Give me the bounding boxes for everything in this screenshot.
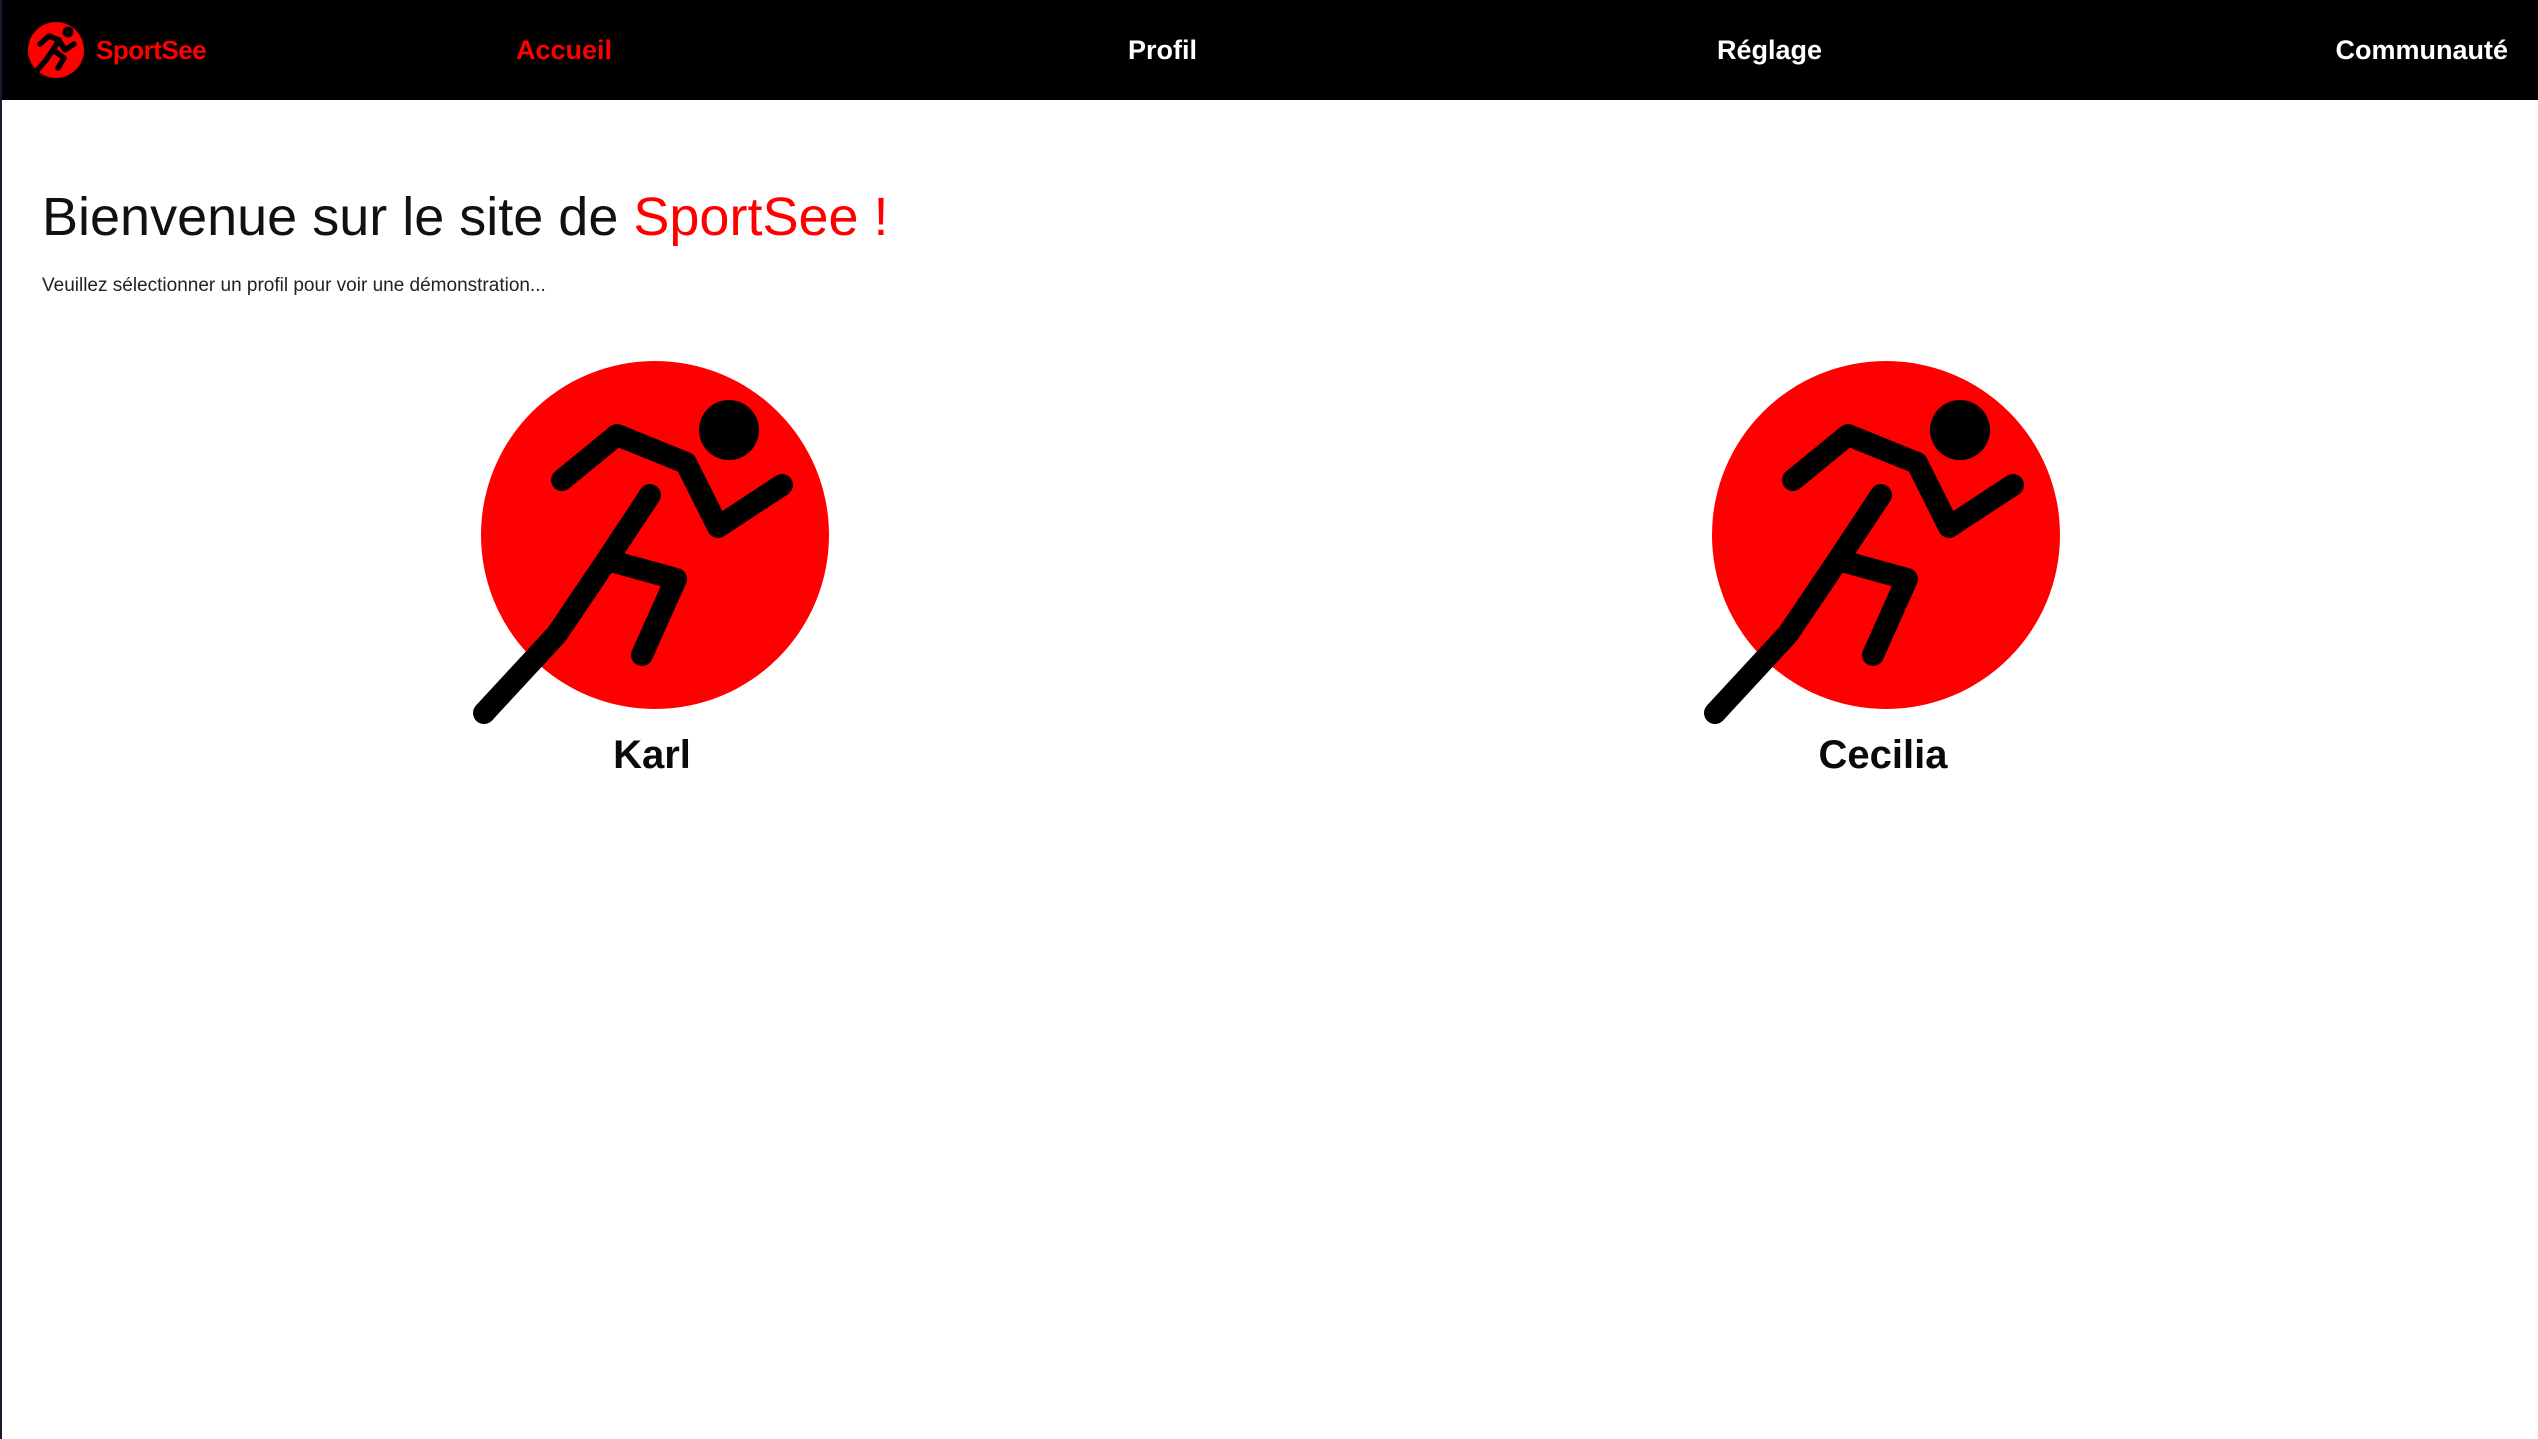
nav-item-profile[interactable]: Profil: [1128, 32, 1197, 68]
top-navigation-bar: SportSee Accueil Profil Réglage Communau…: [2, 0, 2538, 100]
profile-name-karl: Karl: [613, 733, 691, 777]
brand-home-link[interactable]: SportSee: [26, 20, 207, 80]
profile-card-cecilia[interactable]: Cecilia: [1703, 355, 2063, 795]
page-title-prefix: Bienvenue sur le site de: [42, 187, 634, 247]
page: SportSee Accueil Profil Réglage Communau…: [0, 0, 2538, 1439]
runner-avatar-icon: [1704, 361, 2060, 724]
nav-item-community[interactable]: Communauté: [2335, 32, 2508, 68]
profile-card-karl[interactable]: Karl: [472, 355, 832, 795]
brand-name: SportSee: [96, 34, 207, 65]
runner-logo-icon: [28, 22, 84, 78]
page-subtitle: Veuillez sélectionner un profil pour voi…: [42, 275, 546, 296]
nav-item-home[interactable]: Accueil: [516, 32, 612, 68]
page-title: Bienvenue sur le site de SportSee !: [42, 182, 889, 252]
page-title-highlight: SportSee !: [633, 187, 889, 247]
runner-avatar-icon: [473, 361, 829, 724]
profile-name-cecilia: Cecilia: [1818, 733, 1948, 777]
nav-item-settings[interactable]: Réglage: [1717, 32, 1822, 68]
